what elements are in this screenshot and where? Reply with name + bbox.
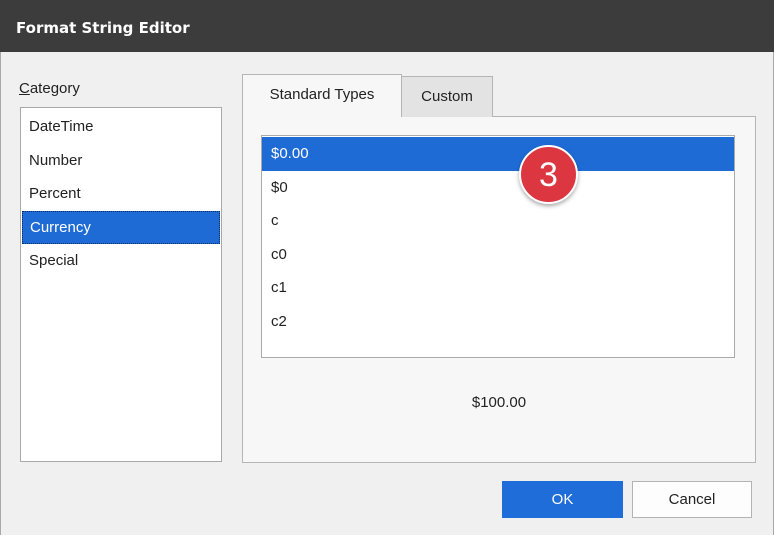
type-item-dollar-0[interactable]: $0 (262, 171, 734, 205)
tab-standard-types[interactable]: Standard Types (242, 74, 402, 117)
category-label-accelerator: C (19, 80, 30, 97)
tab-custom[interactable]: Custom (401, 76, 493, 117)
type-item-c1[interactable]: c1 (262, 271, 734, 305)
category-item-percent[interactable]: Percent (22, 177, 220, 211)
type-item-c0[interactable]: c0 (262, 238, 734, 272)
category-item-currency[interactable]: Currency (22, 210, 220, 244)
category-label-text: ategory (29, 80, 80, 97)
category-item-datetime[interactable]: DateTime (22, 110, 220, 144)
step-number-badge: 3 (519, 145, 578, 204)
category-item-number[interactable]: Number (22, 144, 220, 178)
category-label: Category (19, 80, 80, 97)
type-item-dollar-0-00[interactable]: $0.00 (262, 137, 734, 171)
type-item-c[interactable]: c (262, 204, 734, 238)
ok-button[interactable]: OK (502, 481, 623, 518)
cancel-button[interactable]: Cancel (632, 481, 752, 518)
format-preview: $100.00 (471, 394, 527, 411)
category-item-special[interactable]: Special (22, 244, 220, 278)
dialog-title: Format String Editor (0, 0, 774, 52)
category-list[interactable]: DateTime Number Percent Currency Special (20, 107, 222, 462)
type-item-c2[interactable]: c2 (262, 305, 734, 339)
standard-types-list[interactable]: $0.00 $0 c c0 c1 c2 (261, 135, 735, 358)
